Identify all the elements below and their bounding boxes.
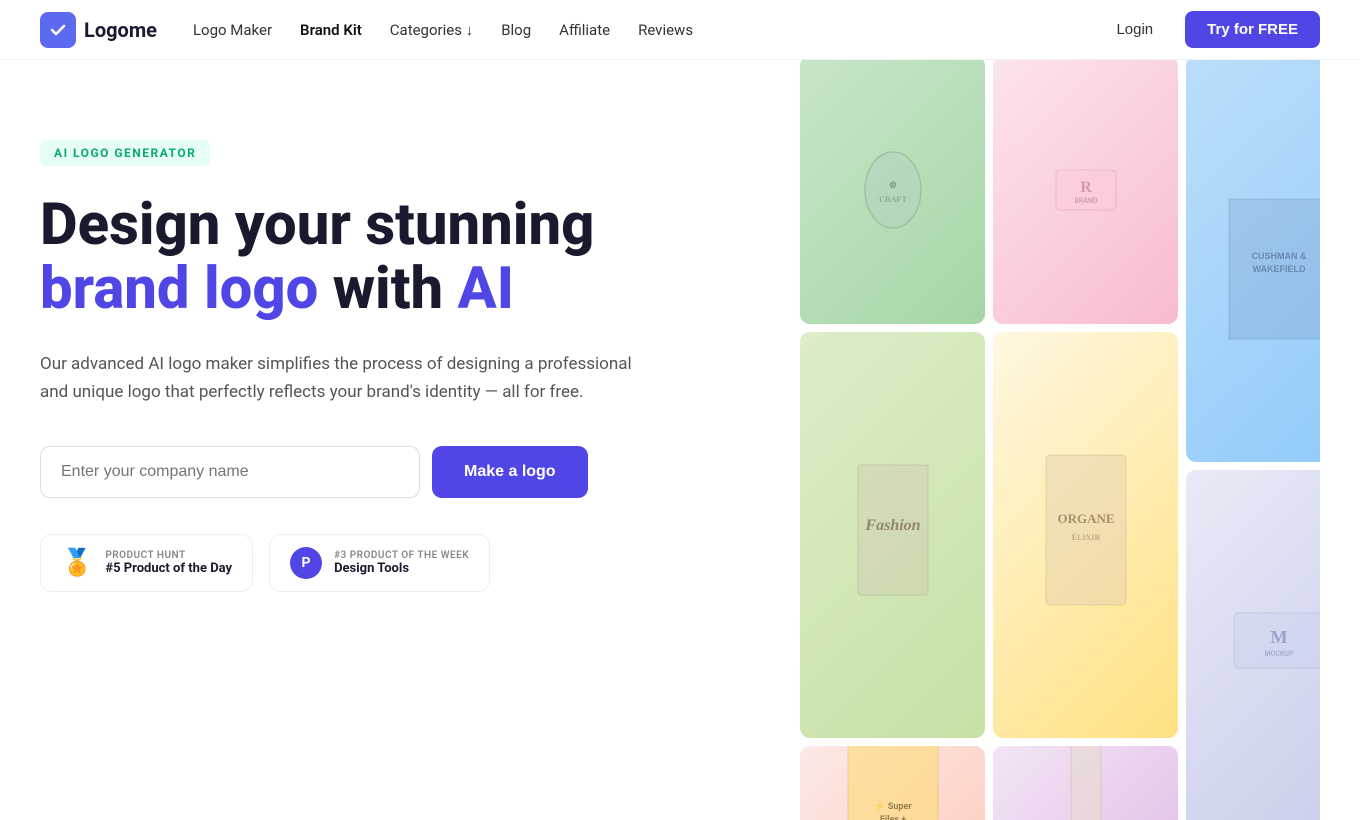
logo-text: Logome [84,18,157,42]
hero-section: AI LOGO GENERATOR Design your stunning b… [0,60,1360,820]
hero-title: Design your stunning brand logo with AI [40,194,760,322]
image-grid: ⊗ CRAFT R BRAND CUSHMAN & WAKEFIELD [800,60,1320,820]
svg-text:⊗: ⊗ [888,180,896,191]
product-hunt-label: PRODUCT HUNT [105,550,232,561]
grid-img-brand-card: R BRAND [993,60,1178,324]
logo-icon [40,12,76,48]
svg-text:WAKEFIELD: WAKEFIELD [1252,264,1305,274]
hero-title-with: with [318,255,457,323]
nav-link-brand-kit[interactable]: Brand Kit [300,21,362,39]
grid-img-building: CUSHMAN & WAKEFIELD [1186,60,1320,462]
product-hunt-text: PRODUCT HUNT #5 Product of the Day [105,550,232,576]
nav-left: Logome Logo Maker Brand Kit Categories ↓… [40,12,693,48]
hero-left: AI LOGO GENERATOR Design your stunning b… [40,60,800,592]
nav-right: Login Try for FREE [1100,11,1320,48]
hero-input-row: Make a logo [40,446,760,498]
grid-img-mockup-card: M MOCKUP [1186,470,1320,820]
make-logo-button[interactable]: Make a logo [432,446,588,498]
try-free-button[interactable]: Try for FREE [1185,11,1320,48]
grid-img-organe-bag: ORGANE ÉLIXIR [993,332,1178,738]
ai-badge: AI LOGO GENERATOR [40,140,210,166]
svg-text:R: R [1080,179,1092,196]
logo-wrap[interactable]: Logome [40,12,157,48]
grid-img-fashion-tote: Fashion [800,332,985,738]
hero-title-brand: brand logo [40,255,318,323]
product-week-label: #3 PRODUCT OF THE WEEK [334,550,469,561]
product-hunt-title: #5 Product of the Day [105,561,232,576]
company-name-input[interactable] [40,446,420,498]
product-hunt-icon: 🏅 [61,548,93,578]
svg-text:M: M [1270,627,1287,647]
nav-links: Logo Maker Brand Kit Categories ↓ Blog A… [193,21,693,39]
badges-row: 🏅 PRODUCT HUNT #5 Product of the Day P #… [40,534,760,592]
svg-text:Fashion: Fashion [864,517,920,534]
product-week-icon: P [290,547,322,579]
nav-link-affiliate[interactable]: Affiliate [559,21,610,39]
svg-text:BRAND: BRAND [1074,197,1098,205]
svg-text:⚡ Super: ⚡ Super [874,800,912,812]
svg-text:ÉLIXIR: ÉLIXIR [1071,532,1100,542]
grid-img-miyolo: miyolo [993,746,1178,820]
svg-text:Files +: Files + [879,815,905,820]
nav-link-categories[interactable]: Categories ↓ [390,21,473,39]
grid-img-coffee-cup: ⊗ CRAFT [800,60,985,324]
nav-link-reviews[interactable]: Reviews [638,21,693,39]
hero-description: Our advanced AI logo maker simplifies th… [40,350,640,406]
svg-text:ORGANE: ORGANE [1057,511,1114,526]
grid-img-super-files-box: ⚡ Super Files + [800,746,985,820]
hero-title-ai: AI [458,255,514,323]
product-hunt-badge: 🏅 PRODUCT HUNT #5 Product of the Day [40,534,253,592]
product-week-badge: P #3 PRODUCT OF THE WEEK Design Tools [269,534,490,592]
svg-text:CUSHMAN &: CUSHMAN & [1251,251,1306,261]
navbar: Logome Logo Maker Brand Kit Categories ↓… [0,0,1360,60]
hero-title-brand-logo: brand logo with AI [40,255,514,323]
svg-text:MOCKUP: MOCKUP [1264,650,1294,658]
nav-link-logo-maker[interactable]: Logo Maker [193,21,272,39]
product-week-text: #3 PRODUCT OF THE WEEK Design Tools [334,550,469,576]
svg-text:CRAFT: CRAFT [879,195,907,204]
product-week-title: Design Tools [334,561,469,576]
login-button[interactable]: Login [1100,13,1169,46]
hero-title-line1: Design your stunning [40,191,594,259]
nav-link-blog[interactable]: Blog [501,21,531,39]
